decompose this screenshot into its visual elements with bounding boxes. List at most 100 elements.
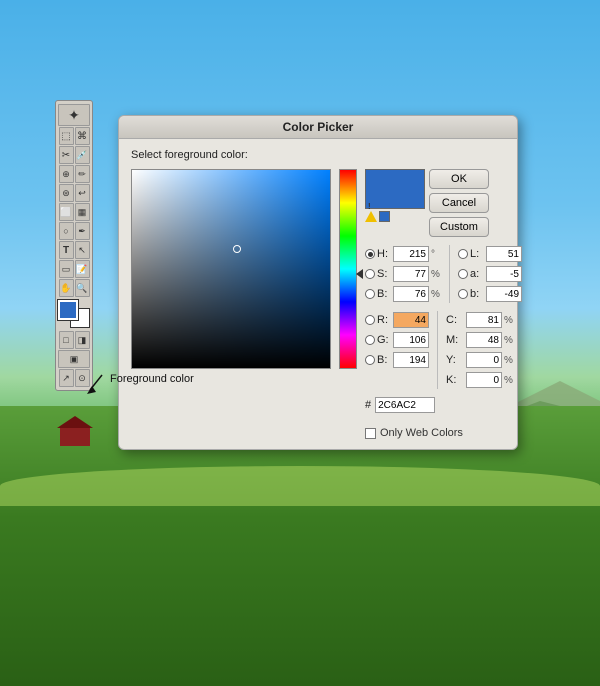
dialog-title: Color Picker — [283, 120, 354, 134]
l-input[interactable] — [486, 246, 522, 262]
bri-row: B: % — [365, 285, 441, 303]
tool-type[interactable]: T — [59, 241, 74, 259]
rgb-fields: R: G: B: — [365, 311, 429, 389]
tool-zoom[interactable]: 🔍 — [75, 279, 90, 297]
l-row: L: — [458, 245, 522, 263]
k-input[interactable] — [466, 372, 502, 388]
l-radio[interactable] — [458, 249, 468, 259]
y-unit: % — [504, 355, 514, 366]
k-unit: % — [504, 375, 514, 386]
hue-radio[interactable] — [365, 249, 375, 259]
sat-input[interactable] — [393, 266, 429, 282]
tool-brush[interactable]: ✏ — [75, 165, 90, 183]
tool-eraser[interactable]: ⬜ — [59, 203, 74, 221]
tool-pen[interactable]: ✒ — [75, 222, 90, 240]
tool-quick-mask[interactable]: ◨ — [75, 331, 90, 349]
a-input[interactable] — [486, 266, 522, 282]
tool-hand[interactable]: ✋ — [59, 279, 74, 297]
ok-button[interactable]: OK — [429, 169, 489, 189]
tool-jump-to-imageready[interactable]: ↗ — [59, 369, 74, 387]
tool-row-8: ▭ 📝 — [59, 260, 90, 278]
tool-gradient[interactable]: ▦ — [75, 203, 90, 221]
a-label: a: — [470, 268, 484, 280]
foreground-label: Foreground color — [110, 373, 194, 385]
l-label: L: — [470, 248, 484, 260]
web-safe-color-icon[interactable] — [379, 211, 390, 222]
hex-input[interactable] — [375, 397, 435, 413]
tool-select-lasso[interactable]: ⌘ — [75, 127, 90, 145]
k-row: K: % — [446, 371, 514, 389]
bri-radio[interactable] — [365, 289, 375, 299]
bri-unit: % — [431, 289, 441, 300]
m-row: M: % — [446, 331, 514, 349]
hue-input[interactable] — [393, 246, 429, 262]
hue-row: H: ° — [365, 245, 441, 263]
tool-feather[interactable]: ✦ — [58, 104, 90, 126]
cancel-button[interactable]: Cancel — [429, 193, 489, 213]
lab-fields: L: a: b: — [458, 245, 522, 303]
foreground-color-swatch[interactable] — [58, 300, 78, 320]
spectrum-slider[interactable] — [339, 169, 357, 369]
fields-divider-2 — [437, 311, 438, 389]
tool-row-mode: □ ◨ — [59, 331, 90, 349]
preview-and-warning: ! — [365, 169, 425, 222]
cmyk-fields: C: % M: % Y: % — [446, 311, 514, 389]
r-radio[interactable] — [365, 315, 375, 325]
b-radio[interactable] — [365, 355, 375, 365]
tool-stamp[interactable]: ⊛ — [59, 184, 74, 202]
tool-notes[interactable]: 📝 — [75, 260, 90, 278]
c-input[interactable] — [466, 312, 502, 328]
m-input[interactable] — [466, 332, 502, 348]
a-radio[interactable] — [458, 269, 468, 279]
g-radio[interactable] — [365, 335, 375, 345]
r-input[interactable] — [393, 312, 429, 328]
tool-dodge[interactable]: ○ — [59, 222, 74, 240]
y-input[interactable] — [466, 352, 502, 368]
web-colors-checkbox[interactable] — [365, 428, 376, 439]
dialog-body: Select foreground color: — [119, 139, 517, 449]
c-unit: % — [504, 315, 514, 326]
spectrum-arrow — [356, 269, 363, 279]
b-rgb-input[interactable] — [393, 352, 429, 368]
color-swatches[interactable] — [58, 300, 90, 328]
sat-label: S: — [377, 268, 391, 280]
c-row: C: % — [446, 311, 514, 329]
preview-buttons-row: ! OK Cancel Custom — [365, 169, 522, 237]
b-lab-radio[interactable] — [458, 289, 468, 299]
tool-row-4: ⊛ ↩ — [59, 184, 90, 202]
tool-standard-mode[interactable]: □ — [59, 331, 74, 349]
btn-area: OK Cancel Custom — [429, 169, 489, 237]
bri-input[interactable] — [393, 286, 429, 302]
hue-label: H: — [377, 248, 391, 260]
b-lab-row: b: — [458, 285, 522, 303]
b-row: B: — [365, 351, 429, 369]
tool-row-2: ✂ 💉 — [59, 146, 90, 164]
tool-heal[interactable]: ⊕ — [59, 165, 74, 183]
tool-eyedrop[interactable]: 💉 — [75, 146, 90, 164]
tool-screen-mode[interactable]: ▣ — [58, 350, 90, 368]
hex-label: # — [365, 399, 371, 411]
warning-triangle-icon: ! — [365, 211, 377, 222]
bri-label: B: — [377, 288, 391, 300]
tool-history[interactable]: ↩ — [75, 184, 90, 202]
b-lab-input[interactable] — [486, 286, 522, 302]
tool-row-5: ⬜ ▦ — [59, 203, 90, 221]
gamut-warning: ! — [365, 211, 425, 222]
color-field[interactable] — [131, 169, 331, 369]
color-preview-box — [365, 169, 425, 209]
field-highlight — [0, 466, 600, 506]
toolbar: ✦ ⬚ ⌘ ✂ 💉 ⊕ ✏ ⊛ ↩ ⬜ ▦ ○ ✒ T ↖ ▭ 📝 ✋ 🔍 □ — [55, 100, 93, 391]
dialog-main: ! OK Cancel Custom — [131, 169, 505, 439]
y-row: Y: % — [446, 351, 514, 369]
g-input[interactable] — [393, 332, 429, 348]
sat-radio[interactable] — [365, 269, 375, 279]
web-colors-row: Only Web Colors — [365, 423, 522, 439]
fields-divider-1 — [449, 245, 450, 303]
tool-select-rect[interactable]: ⬚ — [59, 127, 74, 145]
tool-crop[interactable]: ✂ — [59, 146, 74, 164]
custom-button[interactable]: Custom — [429, 217, 489, 237]
sat-unit: % — [431, 269, 441, 280]
y-label: Y: — [446, 354, 464, 366]
tool-shape[interactable]: ▭ — [59, 260, 74, 278]
tool-select-direct[interactable]: ↖ — [75, 241, 90, 259]
